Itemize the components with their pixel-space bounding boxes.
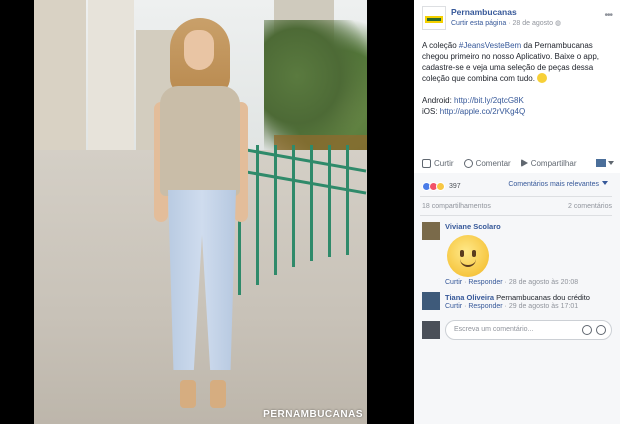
ios-link[interactable]: http://apple.co/2rVKg4Q — [440, 107, 525, 116]
composer-tools — [582, 325, 606, 335]
comment-text: Pernambucanas dou crédito — [494, 293, 590, 302]
thumbs-up-icon — [422, 158, 431, 168]
post-photo[interactable]: PERNAMBUCANAS — [34, 0, 367, 424]
divider — [420, 215, 612, 216]
commenter-avatar[interactable] — [422, 222, 440, 240]
comment-label: Comentar — [475, 158, 511, 168]
comment-input[interactable]: Escreva um comentário... — [445, 320, 612, 340]
wow-reaction-icon — [436, 181, 445, 191]
globe-icon: ◍ — [554, 20, 562, 27]
photo-watermark: PERNAMBUCANAS — [263, 409, 363, 420]
comment-placeholder: Escreva um comentário... — [454, 326, 534, 333]
comment-meta: Curtir · Responder · 29 de agosto às 17:… — [445, 303, 579, 310]
post-date[interactable]: 28 de agosto — [513, 20, 553, 27]
comment-body: Tiana Oliveira Pernambucanas dou crédito — [445, 293, 590, 302]
comment-button[interactable]: Comentar — [463, 158, 511, 168]
comment-sort-dropdown[interactable]: Comentários mais relevantes — [508, 181, 608, 188]
comment-author-link[interactable]: Tiana Oliveira — [445, 293, 494, 302]
share-button[interactable]: Compartilhar — [520, 158, 577, 168]
smile-emoji-icon — [537, 73, 548, 83]
share-label: Compartilhar — [530, 158, 577, 168]
audience-selector[interactable] — [596, 159, 614, 167]
hashtag-link[interactable]: #JeansVesteBem — [459, 41, 521, 50]
comment-reply-link[interactable]: Responder — [468, 303, 502, 310]
page-thumbnail-icon — [596, 159, 606, 167]
divider — [420, 196, 612, 197]
like-label: Curtir — [434, 158, 454, 168]
page-avatar[interactable] — [422, 6, 446, 30]
ios-label: iOS: — [422, 107, 438, 116]
comment-like-link[interactable]: Curtir — [445, 303, 462, 310]
post-text-prefix: A coleção — [422, 41, 459, 50]
emoji-icon[interactable] — [582, 325, 592, 335]
photo-building — [88, 0, 134, 155]
comment-meta: Curtir · Responder · 28 de agosto às 20:… — [445, 279, 579, 286]
post-header: Pernambucanas Curtir esta página · 28 de… — [422, 6, 614, 32]
comment-reply-link[interactable]: Responder — [468, 279, 502, 286]
more-options-icon[interactable]: ••• — [604, 10, 612, 21]
current-user-avatar — [422, 321, 440, 339]
photo-railing — [237, 145, 367, 300]
comments-count-link[interactable]: 2 comentários — [568, 203, 612, 210]
photo-building — [34, 0, 86, 150]
comment-like-link[interactable]: Curtir — [445, 279, 462, 286]
photo-model — [154, 18, 249, 416]
share-icon — [520, 159, 528, 167]
android-label: Android: — [422, 96, 452, 105]
post-text: A coleção #JeansVesteBem da Pernambucana… — [422, 40, 614, 84]
post-subline: Curtir esta página · 28 de agosto ◍ — [451, 19, 561, 27]
page-name-link[interactable]: Pernambucanas — [451, 7, 517, 17]
like-button[interactable]: Curtir — [422, 158, 454, 168]
android-link[interactable]: http://bit.ly/2qtcG8K — [454, 96, 524, 105]
comment-icon — [463, 158, 473, 168]
comment-author-link[interactable]: Viviane Scolaro — [445, 222, 501, 231]
shares-count-link[interactable]: 18 compartilhamentos — [422, 203, 491, 210]
chevron-down-icon — [608, 161, 614, 165]
post-actions: Curtir Comentar Compartilhar — [422, 155, 614, 171]
comment-time[interactable]: 28 de agosto às 20:08 — [509, 279, 578, 286]
smiley-sticker — [447, 235, 489, 277]
commenter-avatar[interactable] — [422, 292, 440, 310]
follow-page-link[interactable]: Curtir esta página — [451, 20, 506, 27]
reactions-summary[interactable]: 397 — [422, 180, 461, 192]
post-links: Android: http://bit.ly/2qtcG8K iOS: http… — [422, 95, 525, 117]
camera-icon[interactable] — [596, 325, 606, 335]
comment-time[interactable]: 29 de agosto às 17:01 — [509, 303, 578, 310]
reaction-count: 397 — [449, 182, 461, 190]
